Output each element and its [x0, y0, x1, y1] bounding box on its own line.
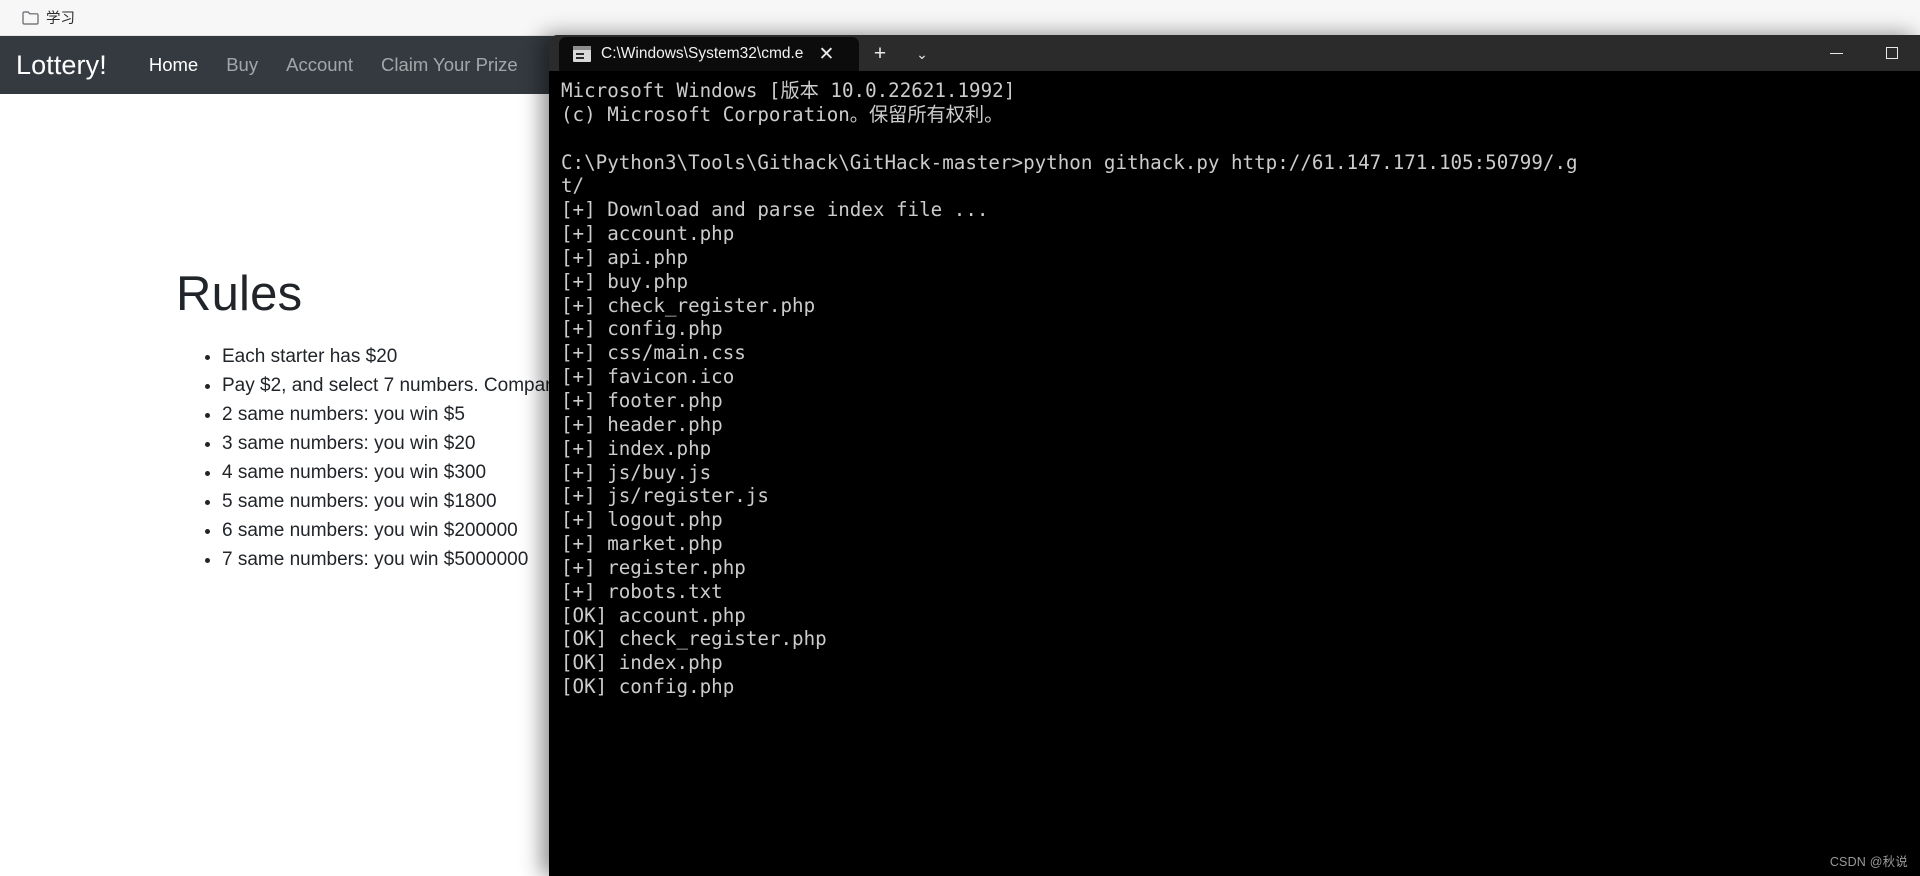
window-controls — [1808, 35, 1920, 71]
terminal-line: [+] header.php — [561, 412, 723, 436]
terminal-line: [+] register.php — [561, 555, 746, 579]
terminal-tab-title: C:\Windows\System32\cmd.e — [601, 45, 804, 62]
terminal-line: [OK] index.php — [561, 651, 723, 675]
nav-link-claim-your-prize[interactable]: Claim Your Prize — [367, 48, 532, 82]
terminal-line: [+] index.php — [561, 436, 712, 460]
terminal-line: [+] js/buy.js — [561, 460, 712, 484]
bookmark-item-xuexi[interactable]: 学习 — [16, 5, 81, 30]
terminal-line: t/ — [561, 174, 585, 198]
bookmarks-bar: 学习 — [0, 0, 1920, 36]
nav-link-buy[interactable]: Buy — [212, 48, 272, 82]
watermark: CSDN @秋说 — [1829, 855, 1908, 869]
terminal-line: [+] api.php — [561, 245, 689, 269]
nav-links: Home Buy Account Claim Your Prize — [135, 48, 532, 82]
screen: 学习 Lottery! Home Buy Account Claim Your … — [0, 0, 1920, 876]
terminal-line: Microsoft Windows [版本 10.0.22621.1992] — [561, 79, 1016, 102]
terminal-line: [+] logout.php — [561, 508, 723, 532]
terminal-line: [OK] check_register.php — [561, 627, 827, 651]
terminal-line: [+] buy.php — [561, 269, 689, 293]
terminal-tab[interactable]: C:\Windows\System32\cmd.e ✕ — [559, 37, 859, 71]
terminal-line: [+] robots.txt — [561, 579, 723, 603]
minimize-button[interactable] — [1808, 35, 1864, 71]
terminal-line: [+] Download and parse index file ... — [561, 198, 989, 222]
terminal-tabstrip: C:\Windows\System32\cmd.e ✕ + ⌄ — [559, 35, 943, 71]
nav-link-home[interactable]: Home — [135, 48, 212, 82]
terminal-line: [+] market.php — [561, 532, 723, 556]
terminal-line: [+] js/register.js — [561, 484, 769, 508]
terminal-line: [+] css/main.css — [561, 341, 746, 365]
cmd-icon — [573, 46, 591, 62]
folder-icon — [22, 10, 39, 25]
terminal-line: [OK] config.php — [561, 675, 735, 699]
maximize-button[interactable] — [1864, 35, 1920, 71]
terminal-line: [+] footer.php — [561, 388, 723, 412]
new-tab-button[interactable]: + — [859, 37, 901, 71]
terminal-line: [+] check_register.php — [561, 293, 816, 317]
terminal-window[interactable]: C:\Windows\System32\cmd.e ✕ + ⌄ Microsof… — [549, 35, 1920, 876]
terminal-titlebar[interactable]: C:\Windows\System32\cmd.e ✕ + ⌄ — [549, 35, 1920, 71]
terminal-line: C:\Python3\Tools\Githack\GitHack-master>… — [561, 150, 1578, 174]
nav-link-account[interactable]: Account — [272, 48, 367, 82]
chevron-down-icon[interactable]: ⌄ — [901, 37, 943, 71]
close-icon[interactable]: ✕ — [813, 45, 839, 64]
terminal-line: (c) Microsoft Corporation。保留所有权利。 — [561, 102, 1004, 126]
terminal-line: [OK] account.php — [561, 603, 746, 627]
terminal-line: [+] account.php — [561, 222, 735, 246]
terminal-output[interactable]: Microsoft Windows [版本 10.0.22621.1992] (… — [549, 71, 1920, 876]
terminal-line: [+] config.php — [561, 317, 723, 341]
terminal-line: [+] favicon.ico — [561, 365, 735, 389]
bookmark-label: 学习 — [46, 11, 75, 27]
site-brand[interactable]: Lottery! — [16, 50, 107, 81]
